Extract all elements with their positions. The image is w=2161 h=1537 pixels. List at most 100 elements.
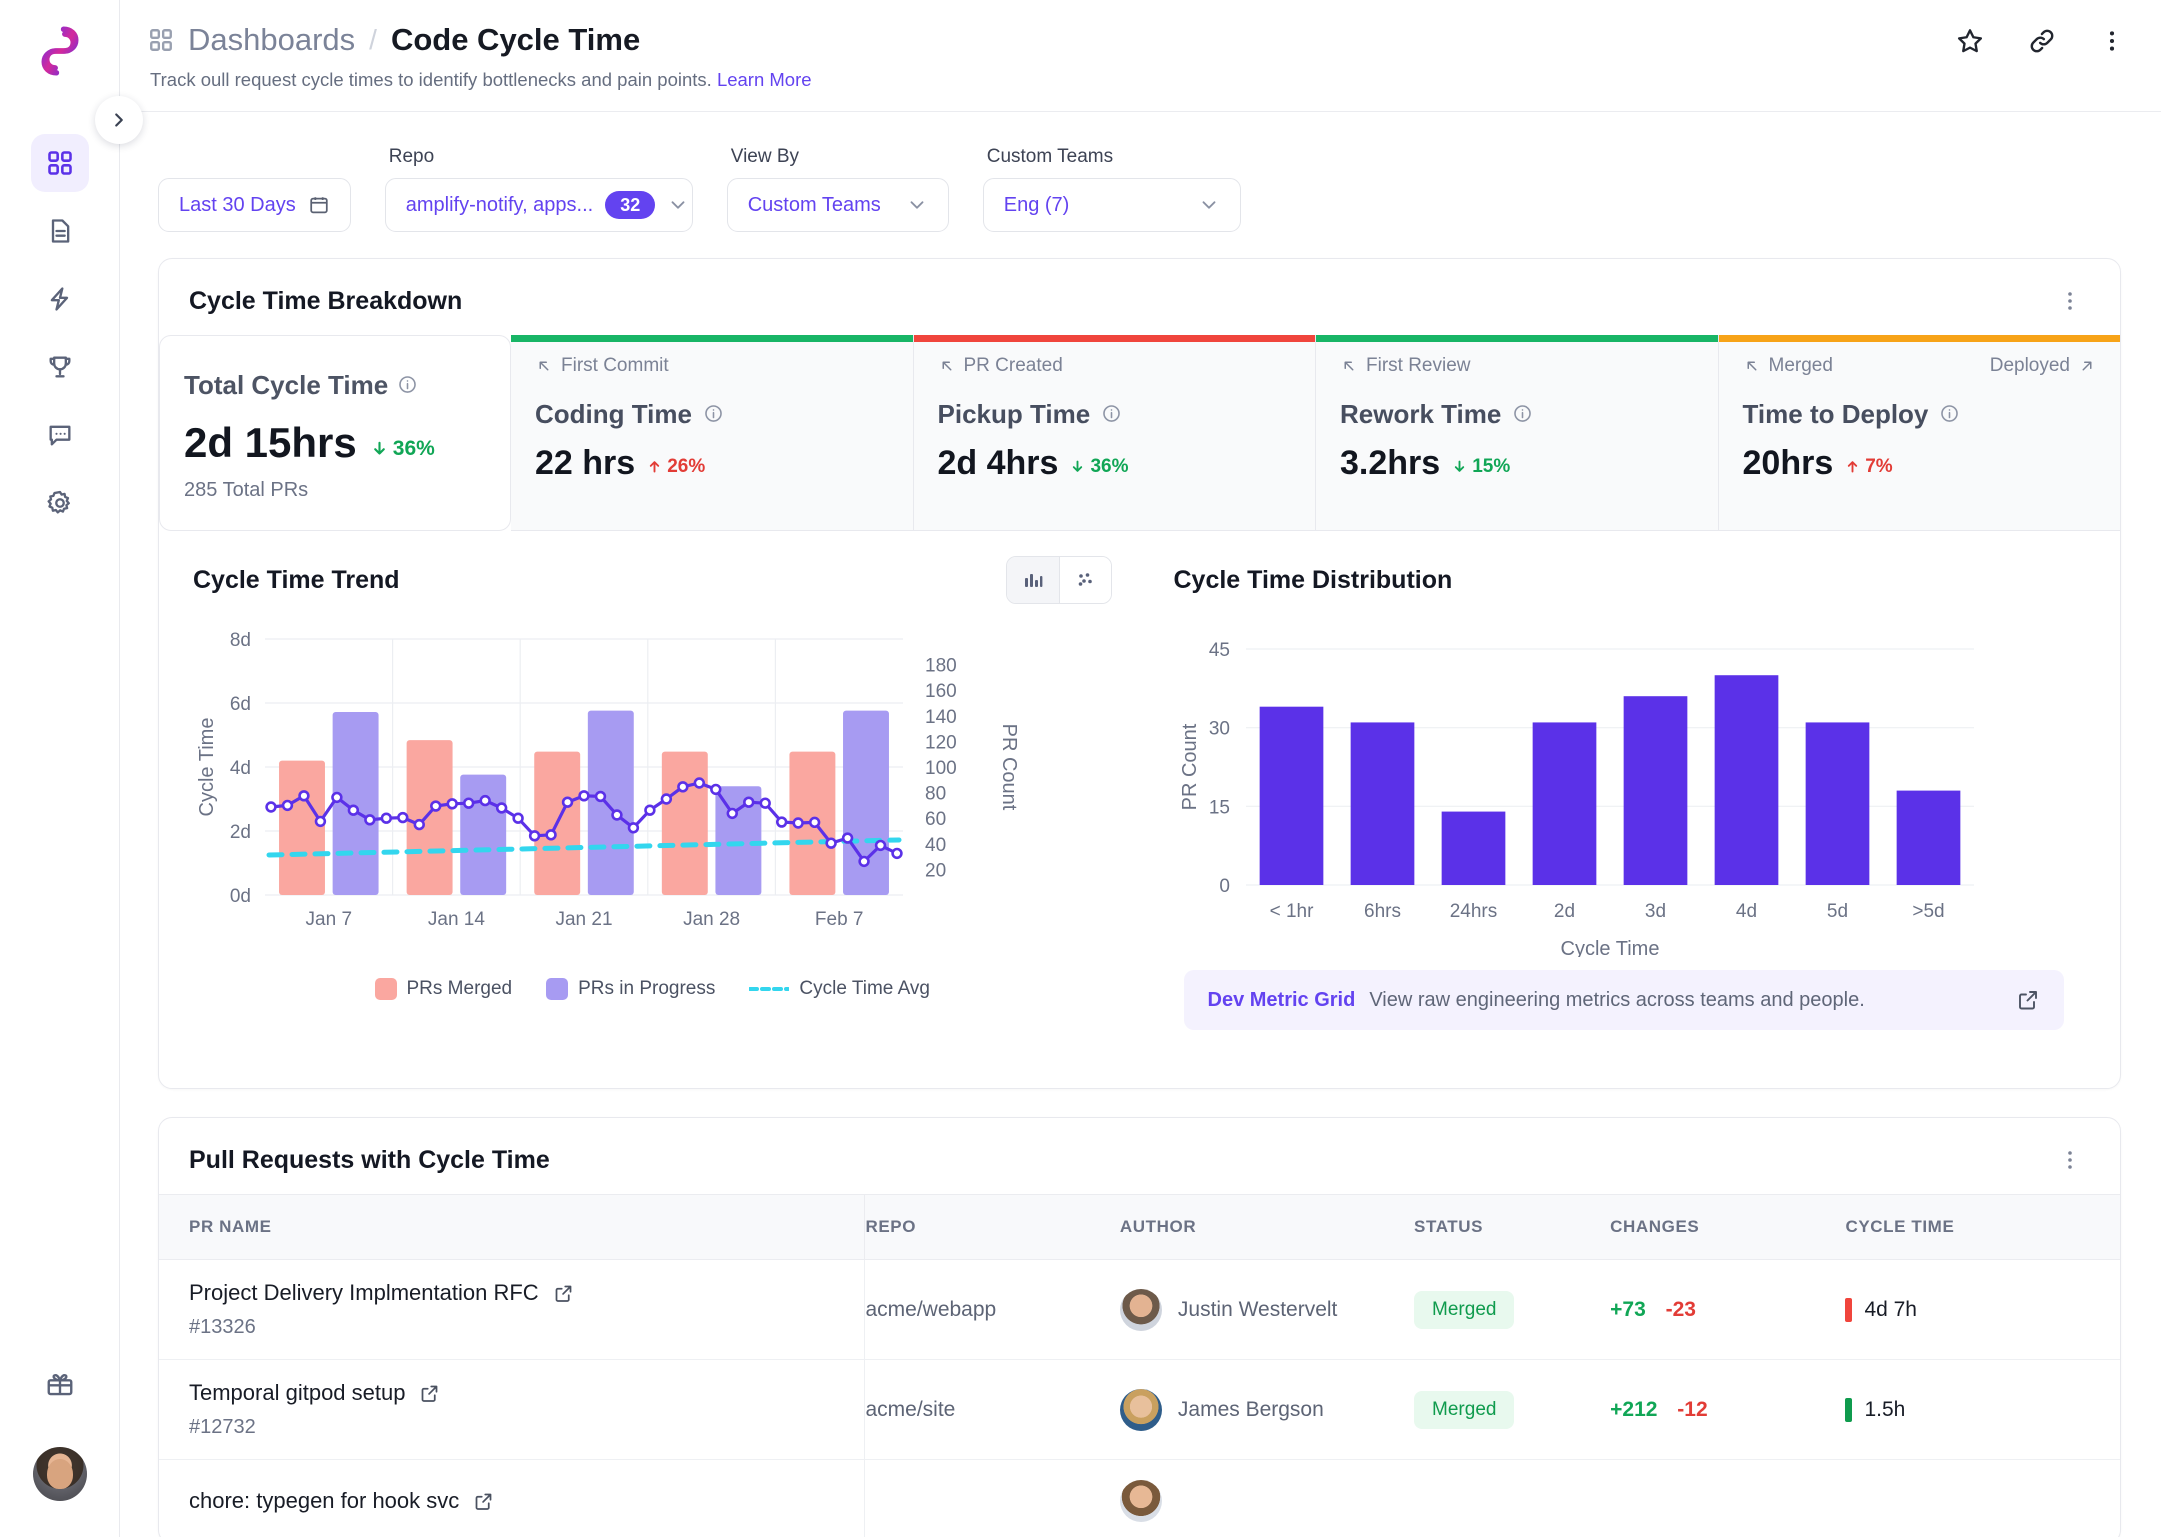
- dev-metric-grid-link[interactable]: Dev Metric Grid: [1208, 989, 1356, 1012]
- star-icon[interactable]: [1955, 26, 1985, 56]
- total-cycle-time-value: 2d 15hrs: [184, 419, 357, 466]
- arrow-up-left-icon: [1344, 361, 1354, 371]
- external-link-icon[interactable]: [2016, 988, 2040, 1012]
- repo-filter[interactable]: amplify-notify, apps... 32: [384, 178, 693, 232]
- sidebar-item-goals[interactable]: [31, 338, 89, 396]
- arrow-up-icon: [1848, 461, 1858, 473]
- dev-metric-grid-banner[interactable]: Dev Metric Grid View raw engineering met…: [1183, 970, 2064, 1030]
- svg-text:2d: 2d: [1553, 901, 1574, 922]
- author: [1119, 1480, 1414, 1522]
- svg-text:4d: 4d: [230, 758, 251, 779]
- svg-text:5d: 5d: [1826, 901, 1847, 922]
- cycle-time-value: 1.5h: [1864, 1397, 1906, 1421]
- svg-text:6d: 6d: [230, 694, 251, 715]
- stage-coding-time[interactable]: First Commit Coding Time 22 hrs 26%: [511, 335, 914, 531]
- more-vertical-icon[interactable]: [2099, 28, 2125, 54]
- sidebar-item-insights[interactable]: [31, 270, 89, 328]
- svg-text:8d: 8d: [230, 630, 251, 651]
- distribution-plot: 0 15 30 45 < 1hr 6hrs 24hrs 2d 3d 4d 5d >5d Cycle Ti…: [1174, 627, 2093, 962]
- filter-teams-label: Custom Teams: [986, 146, 1114, 167]
- svg-text:Jan 28: Jan 28: [683, 909, 740, 930]
- sidebar-item-whats-new[interactable]: [31, 1355, 89, 1413]
- column-cycle-time[interactable]: CYCLE TIME: [1845, 1194, 2120, 1260]
- cell-status: Merged: [1414, 1359, 1611, 1460]
- stage-start-event-label: First Commit: [561, 355, 669, 376]
- sidebar-collapse-toggle[interactable]: [95, 96, 143, 144]
- stage-rework-time[interactable]: First Review Rework Time 3.2hrs 15%: [1316, 335, 1719, 531]
- arrow-down-icon: [1455, 460, 1465, 472]
- stage-time-to-deploy[interactable]: Merged Deployed Time to Deploy 20hrs 7%: [1718, 335, 2120, 531]
- sidebar-item-documents[interactable]: [31, 202, 89, 260]
- legend-prs-merged: PRs Merged: [374, 978, 513, 1000]
- stage-events: First Commit: [535, 355, 889, 377]
- learn-more-link[interactable]: Learn More: [717, 69, 812, 90]
- avatar[interactable]: [32, 1447, 87, 1501]
- stage-value-row: 2d 4hrs 36%: [938, 444, 1292, 483]
- svg-text:Cycle Time: Cycle Time: [1560, 938, 1659, 957]
- external-link-icon[interactable]: [553, 1283, 574, 1304]
- arrow-up-left-icon: [942, 361, 951, 371]
- pull-requests-card: Pull Requests with Cycle Time PR NAME RE…: [158, 1117, 2121, 1537]
- pull-requests-menu[interactable]: [2050, 1144, 2090, 1176]
- breakdown-card-menu[interactable]: [2050, 285, 2090, 317]
- link-icon[interactable]: [2027, 26, 2057, 56]
- info-icon[interactable]: [1102, 399, 1121, 430]
- svg-text:80: 80: [925, 784, 946, 805]
- custom-teams-filter[interactable]: Eng (7): [982, 178, 1241, 232]
- cycle-time-indicator: [1845, 1397, 1853, 1422]
- svg-text:PR Count: PR Count: [1179, 723, 1201, 810]
- pr-number: #13326: [189, 1316, 256, 1338]
- pr-name[interactable]: Project Delivery Implmentation RFC: [189, 1280, 539, 1306]
- info-icon[interactable]: [1513, 399, 1532, 430]
- sidebar-item-feedback[interactable]: [31, 406, 89, 464]
- external-link-icon[interactable]: [419, 1383, 440, 1404]
- stage-delta-value: 15%: [1472, 455, 1511, 477]
- cell-pr-name: Project Delivery Implmentation RFC #1332…: [159, 1259, 866, 1360]
- bar-chart-icon[interactable]: [1006, 557, 1059, 603]
- arrow-down-icon: [1073, 460, 1083, 472]
- stage-value: 3.2hrs: [1340, 444, 1441, 482]
- header-actions: [1955, 26, 2125, 56]
- pr-name[interactable]: Temporal gitpod setup: [189, 1380, 405, 1406]
- breakdown-card-header: Cycle Time Breakdown: [159, 259, 2120, 335]
- cell-status: Merged: [1414, 1259, 1611, 1360]
- legend-label: PRs Merged: [406, 978, 513, 999]
- dev-metric-grid-text: View raw engineering metrics across team…: [1369, 988, 1865, 1011]
- column-author[interactable]: AUTHOR: [1119, 1194, 1415, 1260]
- stage-name: Pickup Time: [938, 399, 1292, 430]
- table-row[interactable]: Project Delivery Implmentation RFC #1332…: [159, 1259, 2120, 1360]
- svg-text:140: 140: [925, 707, 957, 728]
- table-row[interactable]: Temporal gitpod setup #12732 acme/site J…: [159, 1359, 2120, 1460]
- stage-value: 20hrs: [1742, 444, 1834, 482]
- cell-author: James Bergson: [1119, 1359, 1415, 1460]
- pull-requests-title: Pull Requests with Cycle Time: [189, 1145, 550, 1174]
- cell-author: Justin Westervelt: [1119, 1259, 1415, 1360]
- column-status[interactable]: STATUS: [1414, 1194, 1611, 1260]
- scatter-plot-icon[interactable]: [1058, 557, 1111, 603]
- svg-text:PR Count: PR Count: [998, 724, 1020, 811]
- distribution-title: Cycle Time Distribution: [1173, 565, 1453, 594]
- stage-name: Time to Deploy: [1743, 399, 2097, 430]
- column-changes[interactable]: CHANGES: [1610, 1194, 1846, 1260]
- stage-pickup-time[interactable]: PR Created Pickup Time 2d 4hrs 36%: [913, 335, 1316, 531]
- app-logo[interactable]: [29, 20, 91, 82]
- stage-name-text: Time to Deploy: [1742, 399, 1929, 429]
- stage-start-event: First Review: [1340, 355, 1471, 377]
- date-range-filter[interactable]: Last 30 Days: [158, 178, 351, 232]
- grid-icon: [148, 27, 174, 53]
- column-repo[interactable]: REPO: [864, 1194, 1120, 1260]
- stage-name-text: Pickup Time: [937, 399, 1091, 429]
- info-icon[interactable]: [1940, 399, 1959, 430]
- info-icon[interactable]: [704, 399, 723, 430]
- sidebar-item-settings[interactable]: [31, 474, 89, 532]
- column-pr-name[interactable]: PR NAME: [159, 1194, 866, 1260]
- breadcrumb-dashboards[interactable]: Dashboards: [188, 22, 355, 58]
- sidebar-item-dashboards[interactable]: [30, 134, 89, 192]
- view-by-filter[interactable]: Custom Teams: [726, 178, 949, 232]
- pr-title-row: chore: typegen for hook svc: [189, 1488, 864, 1514]
- info-icon[interactable]: [398, 370, 417, 401]
- external-link-icon[interactable]: [473, 1491, 494, 1512]
- table-row[interactable]: chore: typegen for hook svc: [159, 1459, 2120, 1537]
- pr-name[interactable]: chore: typegen for hook svc: [189, 1488, 459, 1514]
- svg-text:4d: 4d: [1735, 901, 1756, 922]
